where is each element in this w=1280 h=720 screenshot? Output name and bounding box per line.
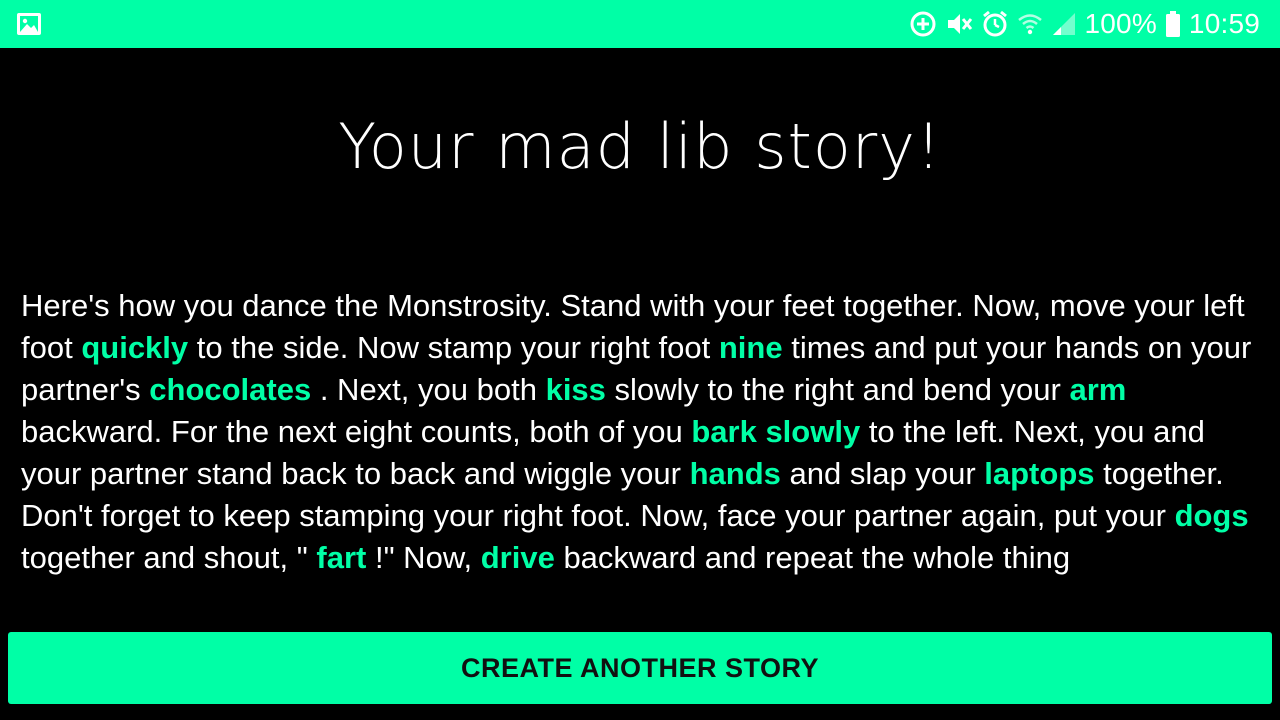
filled-word: fart — [316, 540, 367, 575]
story-segment: together and shout, " — [21, 540, 317, 575]
clock: 10:59 — [1188, 8, 1260, 39]
filled-word: bark slowly — [691, 414, 861, 449]
filled-word: kiss — [545, 372, 606, 407]
story-segment: . Next, you both — [311, 372, 546, 407]
story-segment: slowly to the right and bend your — [605, 372, 1070, 407]
mute-icon — [945, 10, 973, 38]
filled-word: laptops — [984, 456, 1095, 491]
filled-word: nine — [718, 330, 783, 365]
filled-word: quickly — [81, 330, 189, 365]
filled-word: hands — [689, 456, 781, 491]
signal-icon — [1051, 11, 1077, 37]
data-saver-icon — [909, 10, 937, 38]
story-segment: and slap your — [780, 456, 985, 491]
battery-icon — [1165, 10, 1181, 38]
wifi-icon — [1017, 11, 1043, 37]
alarm-icon — [981, 10, 1009, 38]
story-segment: backward and repeat the whole thing — [554, 540, 1071, 575]
filled-word: arm — [1069, 372, 1127, 407]
story-text: Here's how you dance the Monstrosity. St… — [21, 285, 1261, 579]
page-title: Your mad lib story! — [338, 110, 942, 183]
status-icons: 100% 10:59 — [909, 0, 1261, 48]
story-segment: to the side. Now stamp your right foot — [188, 330, 719, 365]
filled-word: dogs — [1174, 498, 1249, 533]
story-segment: !" Now, — [366, 540, 481, 575]
battery-percent: 100% — [1084, 8, 1157, 39]
filled-word: chocolates — [149, 372, 312, 407]
status-bar: 100% 10:59 — [0, 0, 1280, 48]
create-another-story-button[interactable]: CREATE ANOTHER STORY — [8, 632, 1272, 704]
gallery-icon — [16, 12, 42, 36]
filled-word: drive — [480, 540, 555, 575]
story-segment: backward. For the next eight counts, bot… — [21, 414, 692, 449]
